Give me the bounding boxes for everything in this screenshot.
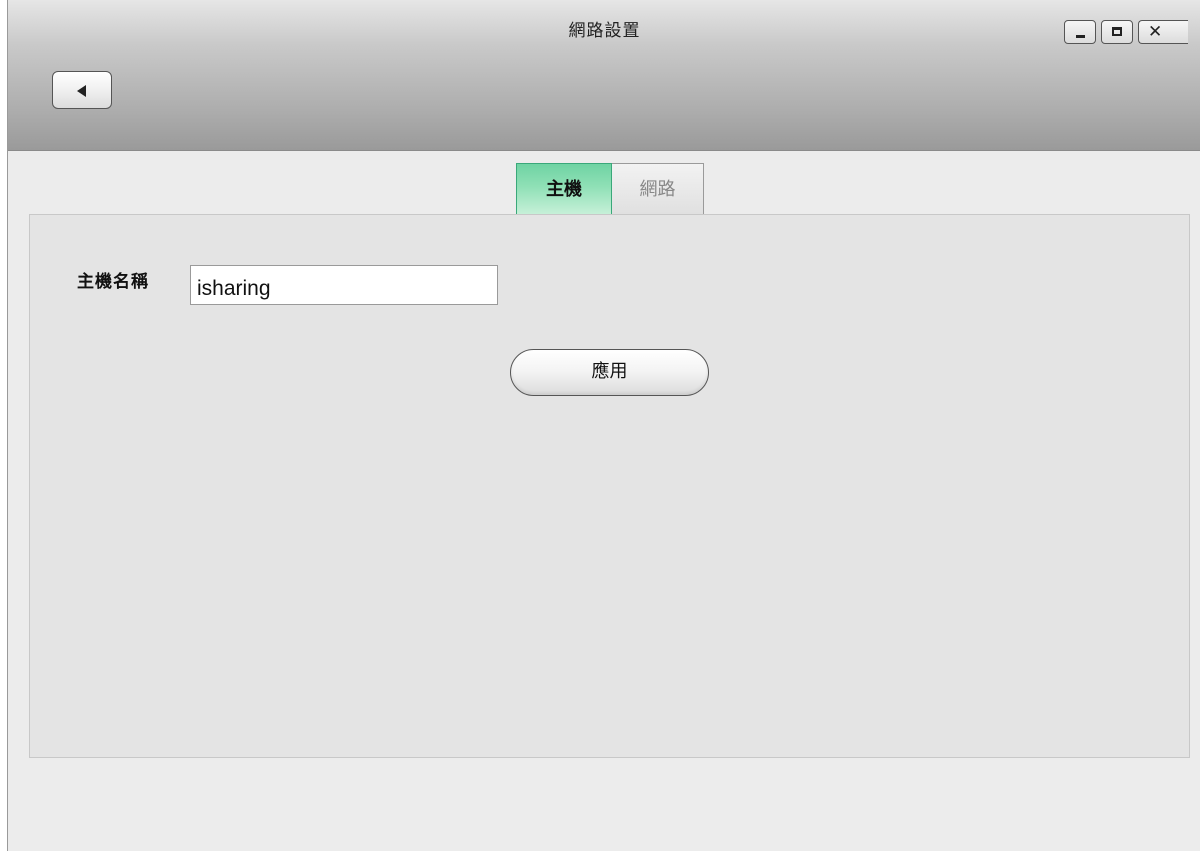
title-bar: 網路設置 ✕ bbox=[8, 0, 1200, 151]
tab-host[interactable]: 主機 bbox=[516, 163, 612, 215]
window-title: 網路設置 bbox=[568, 21, 641, 41]
minimize-icon bbox=[1076, 35, 1085, 38]
tab-network[interactable]: 網路 bbox=[612, 163, 704, 215]
tab-bar: 主機 網路 bbox=[516, 163, 704, 216]
network-settings-window: 網路設置 ✕ 主機 網路 主機名稱 應用 bbox=[7, 0, 1200, 851]
close-icon: ✕ bbox=[1148, 22, 1163, 42]
host-name-input[interactable] bbox=[190, 265, 498, 305]
host-name-label: 主機名稱 bbox=[77, 272, 149, 292]
minimize-button[interactable] bbox=[1064, 20, 1096, 44]
maximize-icon bbox=[1112, 27, 1122, 36]
close-button[interactable]: ✕ bbox=[1138, 20, 1188, 44]
left-triangle-icon bbox=[77, 85, 86, 97]
apply-button[interactable]: 應用 bbox=[510, 349, 709, 396]
maximize-button[interactable] bbox=[1101, 20, 1133, 44]
back-button[interactable] bbox=[52, 71, 112, 109]
host-settings-panel: 主機名稱 應用 bbox=[29, 214, 1190, 758]
